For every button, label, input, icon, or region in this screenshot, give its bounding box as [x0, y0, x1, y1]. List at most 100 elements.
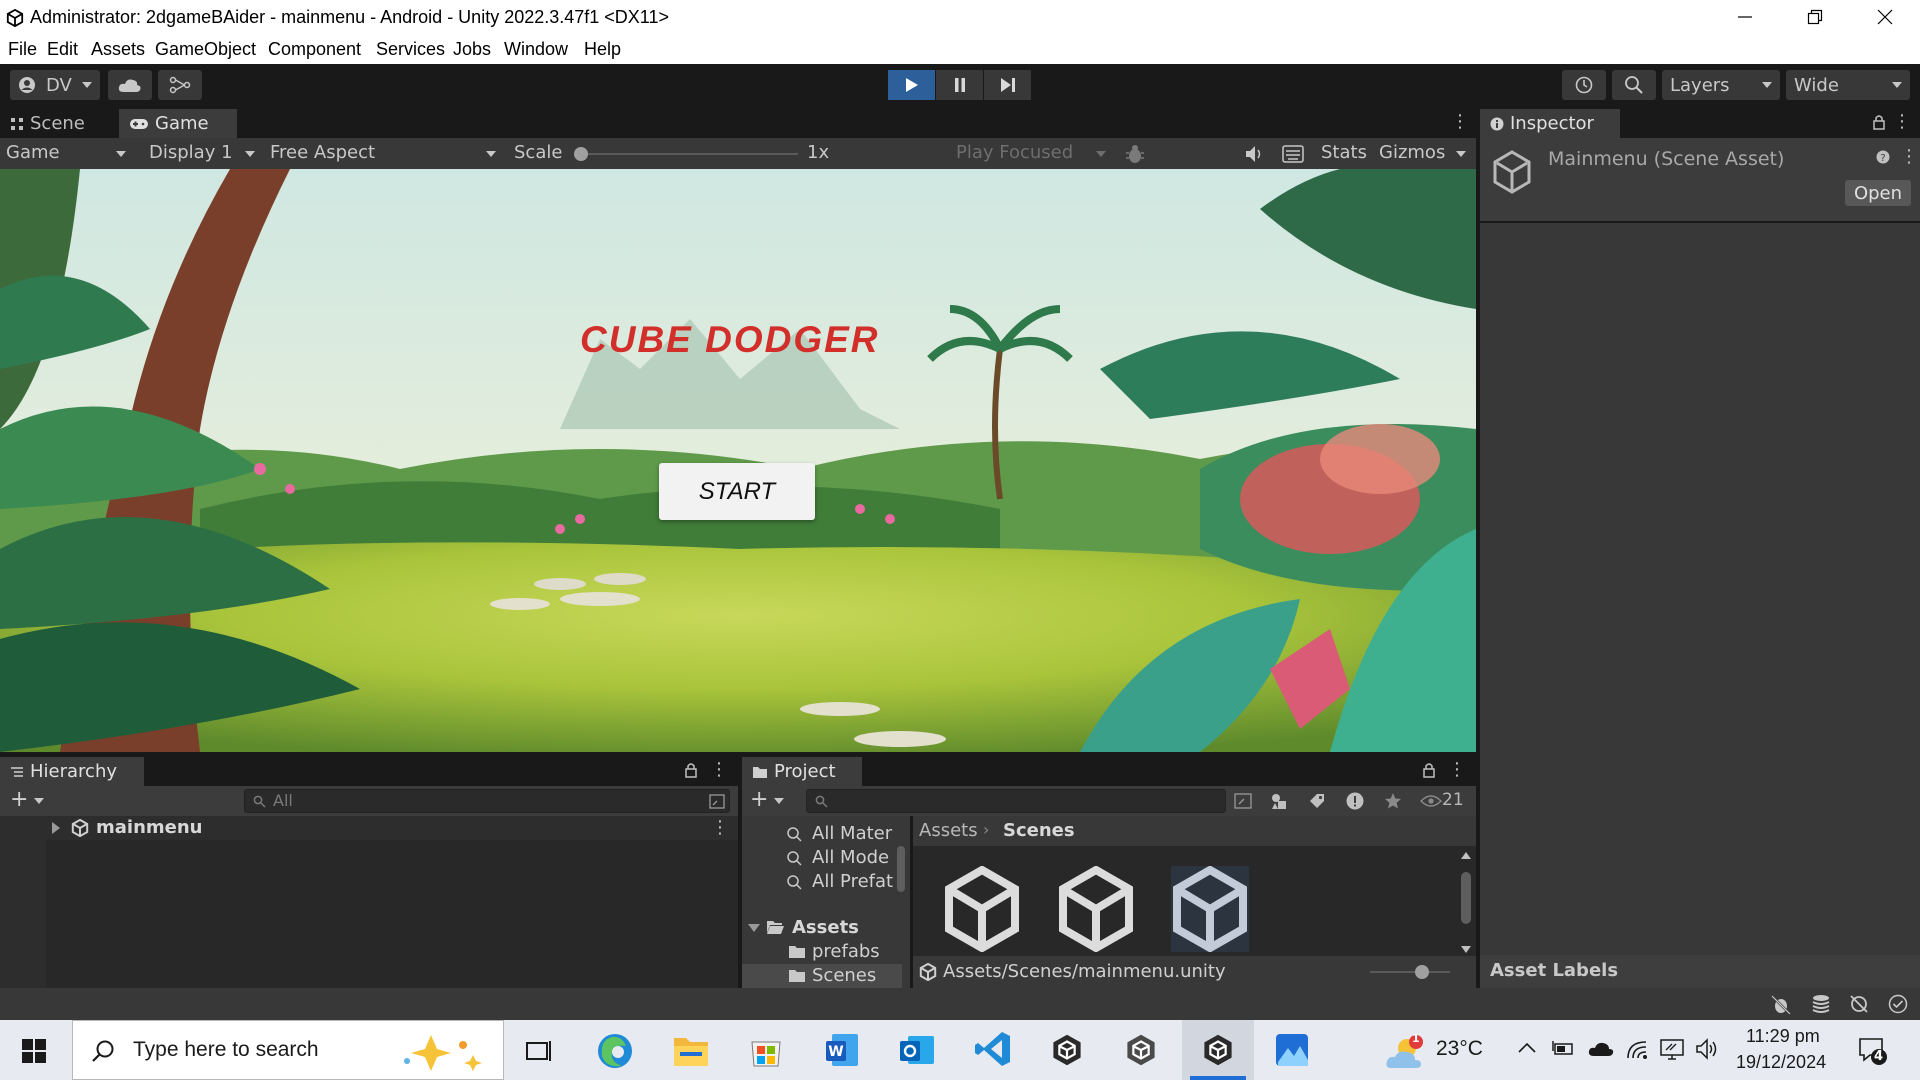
- tab-game[interactable]: Game: [119, 109, 237, 138]
- warning-icon[interactable]: [1346, 792, 1364, 810]
- microsoft-store-icon[interactable]: [748, 1032, 784, 1068]
- auto-generate-lighting-icon[interactable]: [1848, 994, 1870, 1014]
- audio-mute-icon[interactable]: [1244, 144, 1266, 164]
- task-view-icon[interactable]: [526, 1038, 552, 1064]
- search-button[interactable]: [1612, 70, 1656, 100]
- tab-inspector[interactable]: Inspector: [1480, 109, 1620, 138]
- display-icon[interactable]: [1660, 1038, 1684, 1060]
- more-options-icon[interactable]: ⋮: [1448, 759, 1466, 780]
- chevron-down-icon[interactable]: [774, 798, 784, 804]
- aspect-dropdown[interactable]: Free Aspect: [270, 142, 500, 163]
- icon-size-slider-thumb[interactable]: [1415, 965, 1429, 979]
- menu-gameobject[interactable]: GameObject: [155, 39, 256, 60]
- layout-dropdown[interactable]: Wide: [1786, 70, 1910, 100]
- expand-arrow-icon[interactable]: [52, 822, 60, 834]
- checkmark-circle-icon[interactable]: [1888, 994, 1908, 1014]
- unity-editor-icon[interactable]: [1124, 1032, 1158, 1068]
- layers-dropdown[interactable]: Layers: [1662, 70, 1780, 100]
- menu-window[interactable]: Window: [504, 39, 568, 60]
- keyboard-icon[interactable]: [1282, 145, 1304, 163]
- weather-icon[interactable]: [1385, 1034, 1429, 1070]
- volume-icon[interactable]: [1696, 1038, 1720, 1060]
- unity-hub-icon[interactable]: [1050, 1032, 1084, 1068]
- scene-asset-tile-selected[interactable]: [1171, 865, 1249, 953]
- folder-scenes[interactable]: Scenes: [742, 964, 902, 988]
- more-options-icon[interactable]: ⋮: [1893, 111, 1911, 132]
- gizmos-button[interactable]: Gizmos: [1379, 142, 1445, 163]
- favorite-item[interactable]: All Mater: [742, 822, 902, 846]
- game-mode-dropdown[interactable]: Game: [6, 142, 130, 163]
- weather-temperature[interactable]: 23°C: [1436, 1037, 1483, 1061]
- notifications-icon[interactable]: [1858, 1036, 1888, 1066]
- collapse-arrow-icon[interactable]: [748, 924, 760, 932]
- menu-jobs[interactable]: Jobs: [453, 39, 491, 60]
- scene-asset-tile[interactable]: [1057, 865, 1135, 953]
- restore-button[interactable]: [1780, 0, 1850, 34]
- menu-file[interactable]: File: [8, 39, 37, 60]
- account-dropdown[interactable]: DV: [10, 70, 100, 100]
- hierarchy-search-input[interactable]: All: [244, 789, 730, 813]
- tab-hierarchy[interactable]: Hierarchy: [0, 757, 144, 786]
- more-options-icon[interactable]: ⋮: [711, 817, 729, 838]
- play-button[interactable]: [888, 70, 935, 100]
- pause-button[interactable]: [936, 70, 983, 100]
- cache-server-icon[interactable]: [1810, 994, 1832, 1014]
- menu-services[interactable]: Services: [376, 39, 445, 60]
- scale-slider[interactable]: [574, 147, 798, 161]
- taskbar-active-app[interactable]: [1182, 1020, 1254, 1080]
- scene-search-icon[interactable]: [709, 794, 725, 809]
- scene-asset-tile[interactable]: [943, 865, 1021, 953]
- asset-grid-scrollbar-thumb[interactable]: [1461, 872, 1471, 924]
- breadcrumb-item[interactable]: Scenes: [1003, 820, 1075, 841]
- minimize-button[interactable]: [1710, 0, 1780, 34]
- scroll-down-icon[interactable]: [1461, 946, 1471, 953]
- folder-prefabs[interactable]: prefabs: [742, 940, 902, 964]
- file-explorer-icon[interactable]: [672, 1032, 710, 1068]
- tab-scene[interactable]: Scene: [0, 109, 95, 138]
- add-icon[interactable]: +: [750, 787, 768, 812]
- open-button[interactable]: Open: [1845, 180, 1911, 206]
- chevron-down-icon[interactable]: [34, 798, 44, 804]
- debug-off-icon[interactable]: [1770, 994, 1792, 1014]
- project-search-input[interactable]: [806, 789, 1226, 813]
- breadcrumb-item[interactable]: Assets: [919, 820, 978, 841]
- tree-scrollbar-thumb[interactable]: [897, 846, 905, 892]
- lock-icon[interactable]: [1872, 114, 1886, 130]
- close-button[interactable]: [1850, 0, 1920, 34]
- menu-component[interactable]: Component: [268, 39, 361, 60]
- stats-button[interactable]: Stats: [1321, 142, 1367, 163]
- more-options-icon[interactable]: ⋮: [710, 759, 728, 780]
- cloud-button[interactable]: [108, 70, 152, 100]
- chevron-up-icon[interactable]: [1518, 1042, 1536, 1054]
- help-icon[interactable]: ?: [1876, 150, 1890, 164]
- photos-icon[interactable]: [1274, 1032, 1310, 1068]
- filter-by-label-icon[interactable]: [1308, 792, 1326, 810]
- menu-assets[interactable]: Assets: [91, 39, 145, 60]
- folder-assets[interactable]: Assets: [742, 916, 902, 940]
- favorite-item[interactable]: All Mode: [742, 846, 902, 870]
- search-mode-icon[interactable]: [1234, 793, 1252, 809]
- favorite-item[interactable]: All Prefat: [742, 870, 902, 894]
- icon-size-slider[interactable]: [1370, 965, 1450, 979]
- vscode-icon[interactable]: [974, 1030, 1012, 1068]
- lock-icon[interactable]: [684, 762, 698, 778]
- wifi-icon[interactable]: [1626, 1038, 1648, 1060]
- filter-by-type-icon[interactable]: [1270, 792, 1288, 810]
- undo-history-button[interactable]: [1562, 70, 1606, 100]
- step-button[interactable]: [984, 70, 1031, 100]
- word-icon[interactable]: W: [824, 1032, 860, 1068]
- windows-start-icon[interactable]: [22, 1039, 46, 1063]
- tree-scrollbar[interactable]: [896, 824, 906, 984]
- clock-time[interactable]: 11:29 pm: [1746, 1026, 1820, 1047]
- asset-grid-scrollbar[interactable]: [1460, 852, 1472, 953]
- more-options-icon[interactable]: ⋮: [1451, 111, 1469, 132]
- taskbar-search-input[interactable]: Type here to search: [72, 1020, 504, 1080]
- more-options-icon[interactable]: ⋮: [1900, 146, 1918, 167]
- bug-icon[interactable]: [1124, 143, 1146, 165]
- star-icon[interactable]: [1384, 792, 1402, 810]
- menu-help[interactable]: Help: [584, 39, 621, 60]
- display-dropdown[interactable]: Display 1: [149, 142, 259, 163]
- scale-slider-thumb[interactable]: [574, 147, 588, 161]
- game-view[interactable]: CUBE DODGER START: [0, 169, 1476, 752]
- edge-browser-icon[interactable]: [596, 1032, 634, 1070]
